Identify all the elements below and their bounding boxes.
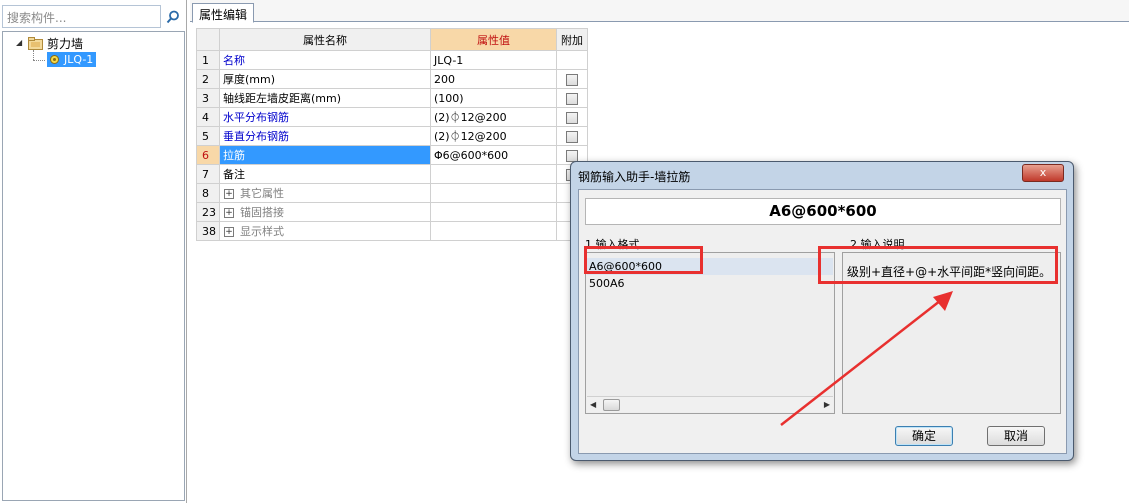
table-row-selected[interactable]: 6 拉筋 Φ6@600*600 (196, 145, 588, 165)
close-button[interactable]: x (1022, 164, 1064, 182)
annotation-box-format (584, 246, 703, 274)
scroll-thumb[interactable] (603, 399, 620, 411)
annotation-box-description (818, 246, 1058, 284)
property-name: 拉筋 (219, 145, 431, 165)
table-row[interactable]: 2 厚度(mm) 200 (196, 69, 588, 89)
tree-item-label: JLQ-1 (64, 53, 94, 66)
row-number: 23 (196, 202, 220, 222)
expand-icon[interactable]: + (224, 208, 234, 218)
group-label: 锚固搭接 (240, 206, 284, 219)
row-number: 5 (196, 126, 220, 146)
extra-cell (556, 107, 588, 127)
annotation-arrow-icon (780, 291, 953, 426)
extra-cell (556, 88, 588, 108)
property-value (430, 183, 557, 203)
gear-icon (50, 55, 59, 64)
table-row[interactable]: 4 水平分布钢筋 (2)⏀12@200 (196, 107, 588, 127)
property-grid: 属性名称 属性值 附加 1 名称 JLQ-1 2 厚度(mm) 200 3 轴线… (196, 28, 588, 241)
tree-root-label[interactable]: 剪力墙 (47, 35, 83, 52)
collapse-icon[interactable]: ◢ (16, 38, 22, 47)
group-label: 显示样式 (240, 225, 284, 238)
property-value[interactable] (430, 164, 557, 184)
row-number: 7 (196, 164, 220, 184)
row-number: 3 (196, 88, 220, 108)
property-group: + 显示样式 (219, 221, 431, 241)
rebar-preview: A6@600*600 (585, 198, 1061, 225)
tab-strip: 属性编辑 (190, 0, 1129, 23)
property-name: 名称 (219, 50, 431, 70)
table-row[interactable]: 5 垂直分布钢筋 (2)⏀12@200 (196, 126, 588, 146)
expand-icon[interactable]: + (224, 189, 234, 199)
extra-cell (556, 50, 588, 70)
row-number: 1 (196, 50, 220, 70)
extra-checkbox[interactable] (566, 111, 578, 124)
extra-cell (556, 69, 588, 89)
property-value[interactable]: (100) (430, 88, 557, 108)
group-label: 其它属性 (240, 187, 284, 200)
dialog-title: 钢筋输入助手-墙拉筋 (578, 170, 691, 184)
property-value[interactable]: 200 (430, 69, 557, 89)
row-number: 4 (196, 107, 220, 127)
extra-checkbox[interactable] (566, 130, 578, 143)
extra-checkbox[interactable] (566, 73, 578, 86)
search-icon (166, 10, 179, 23)
search-button[interactable] (163, 6, 183, 27)
scroll-left-icon[interactable]: ◀ (590, 400, 596, 409)
property-group: + 其它属性 (219, 183, 431, 203)
search-input[interactable]: 搜索构件... (2, 5, 161, 28)
table-row-group[interactable]: 38 + 显示样式 (196, 221, 588, 241)
property-value[interactable]: Φ6@600*600 (430, 145, 557, 165)
extra-checkbox[interactable] (566, 149, 578, 162)
property-name: 垂直分布钢筋 (219, 126, 431, 146)
row-number: 38 (196, 221, 220, 241)
cancel-button[interactable]: 取消 (987, 426, 1045, 446)
header-extra: 附加 (556, 28, 588, 51)
header-value: 属性值 (430, 28, 557, 51)
row-number: 2 (196, 69, 220, 89)
tab-property-edit[interactable]: 属性编辑 (192, 3, 255, 23)
component-tree: ◢ 剪力墙 JLQ-1 (2, 31, 185, 501)
table-row-group[interactable]: 8 + 其它属性 (196, 183, 588, 203)
corner-cell (196, 28, 220, 51)
table-row[interactable]: 1 名称 JLQ-1 (196, 50, 588, 70)
property-value[interactable]: JLQ-1 (430, 50, 557, 70)
wall-folder-icon (28, 37, 43, 50)
row-number: 6 (196, 145, 220, 165)
property-name: 水平分布钢筋 (219, 107, 431, 127)
table-row[interactable]: 3 轴线距左墙皮距离(mm) (100) (196, 88, 588, 108)
tree-item-jlq1[interactable]: JLQ-1 (47, 52, 97, 67)
component-panel: 搜索构件... ◢ 剪力墙 JLQ-1 (0, 0, 187, 503)
property-group: + 锚固搭接 (219, 202, 431, 222)
property-name: 轴线距左墙皮距离(mm) (219, 88, 431, 108)
property-value (430, 221, 557, 241)
property-value[interactable]: (2)⏀12@200 (430, 107, 557, 127)
table-row[interactable]: 7 备注 (196, 164, 588, 184)
extra-checkbox[interactable] (566, 92, 578, 105)
property-value (430, 202, 557, 222)
property-name: 备注 (219, 164, 431, 184)
row-number: 8 (196, 183, 220, 203)
extra-cell (556, 126, 588, 146)
header-name: 属性名称 (219, 28, 431, 51)
property-name: 厚度(mm) (219, 69, 431, 89)
expand-icon[interactable]: + (224, 227, 234, 237)
table-row-group[interactable]: 23 + 锚固搭接 (196, 202, 588, 222)
property-value[interactable]: (2)⏀12@200 (430, 126, 557, 146)
